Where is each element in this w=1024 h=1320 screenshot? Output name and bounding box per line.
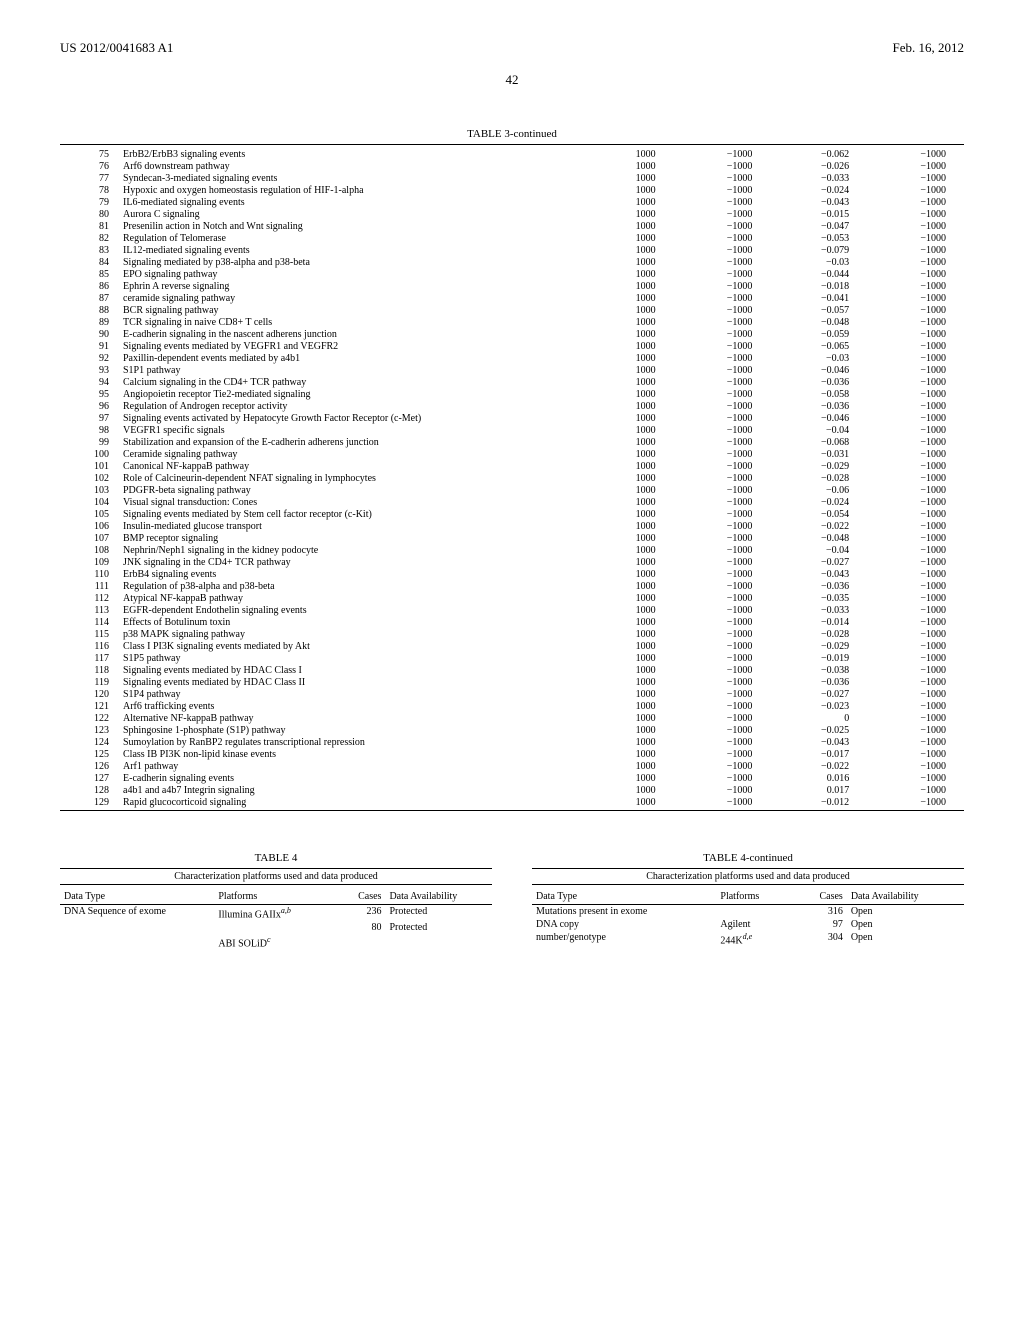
t4c-h-plat: Platforms — [716, 889, 788, 905]
patent-id: US 2012/0041683 A1 — [60, 40, 173, 56]
table-row: 115p38 MAPK signaling pathway1000−1000−0… — [60, 628, 964, 640]
table-row: 123Sphingosine 1-phosphate (S1P) pathway… — [60, 724, 964, 736]
table4-right: TABLE 4-continued Characterization platf… — [532, 852, 964, 951]
table-row: 83IL12-mediated signaling events1000−100… — [60, 244, 964, 256]
table-row: 110ErbB4 signaling events1000−1000−0.043… — [60, 568, 964, 580]
table-row: 118Signaling events mediated by HDAC Cla… — [60, 664, 964, 676]
table-row: 99Stabilization and expansion of the E-c… — [60, 436, 964, 448]
page-header: US 2012/0041683 A1 Feb. 16, 2012 — [60, 40, 964, 56]
table-row: 120S1P4 pathway1000−1000−0.027−1000 — [60, 688, 964, 700]
table-row: ABI SOLiDc — [60, 934, 492, 950]
table-row: 102Role of Calcineurin-dependent NFAT si… — [60, 472, 964, 484]
table-row: 87ceramide signaling pathway1000−1000−0.… — [60, 292, 964, 304]
table4-caption: Characterization platforms used and data… — [60, 868, 492, 885]
table-row: 116Class I PI3K signaling events mediate… — [60, 640, 964, 652]
table-row: 94Calcium signaling in the CD4+ TCR path… — [60, 376, 964, 388]
table-row: 105Signaling events mediated by Stem cel… — [60, 508, 964, 520]
table-row: DNA Sequence of exomeIllumina GAIIxa,b23… — [60, 905, 492, 922]
table-row: 119Signaling events mediated by HDAC Cla… — [60, 676, 964, 688]
table4c-caption: Characterization platforms used and data… — [532, 868, 964, 885]
table-row: 75ErbB2/ErbB3 signaling events1000−1000−… — [60, 148, 964, 160]
t4c-h-dt: Data Type — [532, 889, 716, 905]
table-row: number/genotype244Kd,e304Open — [532, 931, 964, 947]
table-row: Mutations present in exome316Open — [532, 905, 964, 919]
t4-h-cases: Cases — [327, 889, 385, 905]
table-row: 95Angiopoietin receptor Tie2-mediated si… — [60, 388, 964, 400]
table-row: 111Regulation of p38-alpha and p38-beta1… — [60, 580, 964, 592]
table-row: 90E-cadherin signaling in the nascent ad… — [60, 328, 964, 340]
table3: 75ErbB2/ErbB3 signaling events1000−1000−… — [60, 148, 964, 808]
table-row: 127E-cadherin signaling events1000−10000… — [60, 772, 964, 784]
table-row: 86Ephrin A reverse signaling1000−1000−0.… — [60, 280, 964, 292]
table-row: 109JNK signaling in the CD4+ TCR pathway… — [60, 556, 964, 568]
table4-title: TABLE 4 — [60, 852, 492, 864]
table-row: 129Rapid glucocorticoid signaling1000−10… — [60, 796, 964, 808]
table-row: 108Nephrin/Neph1 signaling in the kidney… — [60, 544, 964, 556]
table-row: 91Signaling events mediated by VEGFR1 an… — [60, 340, 964, 352]
table-row: 81Presenilin action in Notch and Wnt sig… — [60, 220, 964, 232]
table-row: DNA copyAgilent97Open — [532, 918, 964, 931]
table-row: 117S1P5 pathway1000−1000−0.019−1000 — [60, 652, 964, 664]
table-row: 113EGFR-dependent Endothelin signaling e… — [60, 604, 964, 616]
t4c-h-cases: Cases — [789, 889, 847, 905]
table-row: 85EPO signaling pathway1000−1000−0.044−1… — [60, 268, 964, 280]
table4c-title: TABLE 4-continued — [532, 852, 964, 864]
table-row: 100Ceramide signaling pathway1000−1000−0… — [60, 448, 964, 460]
table3-title: TABLE 3-continued — [60, 128, 964, 140]
table-row: 125Class IB PI3K non-lipid kinase events… — [60, 748, 964, 760]
table-row: 80Protected — [60, 921, 492, 934]
table-row: 97Signaling events activated by Hepatocy… — [60, 412, 964, 424]
table-row: 77Syndecan-3-mediated signaling events10… — [60, 172, 964, 184]
table-row: 106Insulin-mediated glucose transport100… — [60, 520, 964, 532]
table-row: 84Signaling mediated by p38-alpha and p3… — [60, 256, 964, 268]
table-row: 114Effects of Botulinum toxin1000−1000−0… — [60, 616, 964, 628]
table-row: 98VEGFR1 specific signals1000−1000−0.04−… — [60, 424, 964, 436]
table4-left: TABLE 4 Characterization platforms used … — [60, 852, 492, 951]
t4-h-plat: Platforms — [214, 889, 327, 905]
table-row: 107BMP receptor signaling1000−1000−0.048… — [60, 532, 964, 544]
table-row: 78Hypoxic and oxygen homeostasis regulat… — [60, 184, 964, 196]
table-row: 93S1P1 pathway1000−1000−0.046−1000 — [60, 364, 964, 376]
t4c-h-avail: Data Availability — [847, 889, 964, 905]
table-row: 126Arf1 pathway1000−1000−0.022−1000 — [60, 760, 964, 772]
table-row: 104Visual signal transduction: Cones1000… — [60, 496, 964, 508]
t4-h-dt: Data Type — [60, 889, 214, 905]
table-row: 92Paxillin-dependent events mediated by … — [60, 352, 964, 364]
page-number: 42 — [60, 72, 964, 88]
table-row: 96Regulation of Androgen receptor activi… — [60, 400, 964, 412]
table-row: 79IL6-mediated signaling events1000−1000… — [60, 196, 964, 208]
table-row: 121Arf6 trafficking events1000−1000−0.02… — [60, 700, 964, 712]
table-row: 103PDGFR-beta signaling pathway1000−1000… — [60, 484, 964, 496]
table-row: 112Atypical NF-kappaB pathway1000−1000−0… — [60, 592, 964, 604]
table-row: 128a4b1 and a4b7 Integrin signaling1000−… — [60, 784, 964, 796]
table-row: 82Regulation of Telomerase1000−1000−0.05… — [60, 232, 964, 244]
table-row: 101Canonical NF-kappaB pathway1000−1000−… — [60, 460, 964, 472]
table-row: 124Sumoylation by RanBP2 regulates trans… — [60, 736, 964, 748]
table-row: 76Arf6 downstream pathway1000−1000−0.026… — [60, 160, 964, 172]
table-row: 80Aurora C signaling1000−1000−0.015−1000 — [60, 208, 964, 220]
table-row: 122Alternative NF-kappaB pathway1000−100… — [60, 712, 964, 724]
table-row: 89TCR signaling in naive CD8+ T cells100… — [60, 316, 964, 328]
patent-date: Feb. 16, 2012 — [893, 40, 965, 56]
t4-h-avail: Data Availability — [385, 889, 492, 905]
table-row: 88BCR signaling pathway1000−1000−0.057−1… — [60, 304, 964, 316]
